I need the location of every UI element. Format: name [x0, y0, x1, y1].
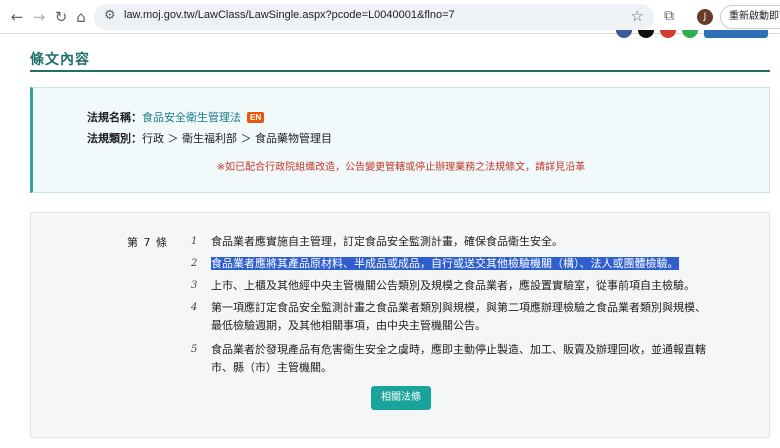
- browser-toolbar: ← → ↻ ⌂ ⚙ law.moj.gov.tw/LawClass/LawSin…: [0, 0, 780, 34]
- paragraph-number: 4: [191, 302, 198, 313]
- law-name-label: 法規名稱：: [87, 111, 142, 124]
- url-text[interactable]: law.moj.gov.tw/LawClass/LawSingle.aspx?p…: [124, 9, 455, 21]
- site-info-icon[interactable]: ⚙: [104, 8, 116, 23]
- article-panel: 第 7 條 1 食品業者應實施自主管理，訂定食品安全監測計畫，確保食品衛生安全。…: [30, 212, 770, 438]
- line-share-icon[interactable]: [682, 30, 698, 38]
- paragraph-number: 2: [191, 258, 198, 269]
- paragraph-number: 3: [191, 280, 198, 291]
- reorganization-notice: ※如已配合行政院組織改造，公告變更管轄或停止辦理業務之法規條文，請詳見沿革: [216, 162, 586, 173]
- article-paragraph: 4 第一項應訂定食品安全監測計畫之食品業者類別與規模，與第二項應辦理檢驗之食品業…: [191, 299, 711, 335]
- paragraph-text: 食品業者應實施自主管理，訂定食品安全監測計畫，確保食品衛生安全。: [211, 235, 563, 248]
- article-number: 第 7 條: [127, 236, 168, 249]
- relaunch-update-button[interactable]: 重新啟動即可更新: [720, 5, 780, 29]
- law-category-path: 行政 ＞ 衛生福利部 ＞ 食品藥物管理目: [142, 132, 332, 145]
- selected-paragraph-text: 食品業者應將其產品原材料、半成品或成品，自行或送交其他檢驗機關（構）、法人或團體…: [211, 257, 679, 270]
- law-category-label: 法規類別：: [87, 132, 142, 145]
- english-version-badge[interactable]: EN: [247, 112, 265, 123]
- reload-icon[interactable]: ↻: [52, 8, 70, 26]
- top-action-button[interactable]: [704, 30, 768, 38]
- profile-avatar[interactable]: J: [697, 9, 713, 25]
- home-icon[interactable]: ⌂: [72, 8, 90, 26]
- bookmark-star-icon[interactable]: ☆: [631, 7, 644, 25]
- article-paragraph: 3 上市、上櫃及其他經中央主管機關公告類別及規模之食品業者，應設置實驗室，從事前…: [191, 277, 711, 295]
- paragraph-text: 上市、上櫃及其他經中央主管機關公告類別及規模之食品業者，應設置實驗室，從事前項自…: [211, 279, 695, 292]
- forward-icon[interactable]: →: [30, 8, 48, 26]
- address-bar[interactable]: ⚙ law.moj.gov.tw/LawClass/LawSingle.aspx…: [94, 4, 654, 30]
- law-info-panel: 法規名稱：食品安全衛生管理法 EN 法規類別：行政 ＞ 衛生福利部 ＞ 食品藥物管…: [30, 87, 770, 193]
- email-share-icon[interactable]: [660, 30, 676, 38]
- related-articles-button[interactable]: 相關法條: [371, 386, 431, 410]
- extensions-icon[interactable]: ⧉: [664, 8, 674, 24]
- law-name-row: 法規名稱：食品安全衛生管理法 EN: [87, 109, 265, 125]
- facebook-share-icon[interactable]: [616, 30, 632, 38]
- article-paragraph: 5 食品業者於發現產品有危害衛生安全之虞時，應即主動停止製造、加工、販賣及辦理回…: [191, 341, 711, 377]
- paragraph-number: 1: [191, 236, 198, 247]
- law-category-row: 法規類別：行政 ＞ 衛生福利部 ＞ 食品藥物管理目: [87, 130, 332, 146]
- paragraph-text: 食品業者於發現產品有危害衛生安全之虞時，應即主動停止製造、加工、販賣及辦理回收，…: [211, 343, 706, 374]
- law-name-link[interactable]: 食品安全衛生管理法: [142, 111, 241, 124]
- paragraph-number: 5: [191, 344, 198, 355]
- title-divider: [30, 70, 770, 72]
- x-share-icon[interactable]: [638, 30, 654, 38]
- paragraph-text: 第一項應訂定食品安全監測計畫之食品業者類別與規模，與第二項應辦理檢驗之食品業者類…: [211, 301, 706, 332]
- article-paragraph: 1 食品業者應實施自主管理，訂定食品安全監測計畫，確保食品衛生安全。: [191, 233, 711, 251]
- article-paragraph: 2 食品業者應將其產品原材料、半成品或成品，自行或送交其他檢驗機關（構）、法人或…: [191, 255, 711, 273]
- page-title: 條文內容: [30, 52, 90, 68]
- back-icon[interactable]: ←: [8, 8, 26, 26]
